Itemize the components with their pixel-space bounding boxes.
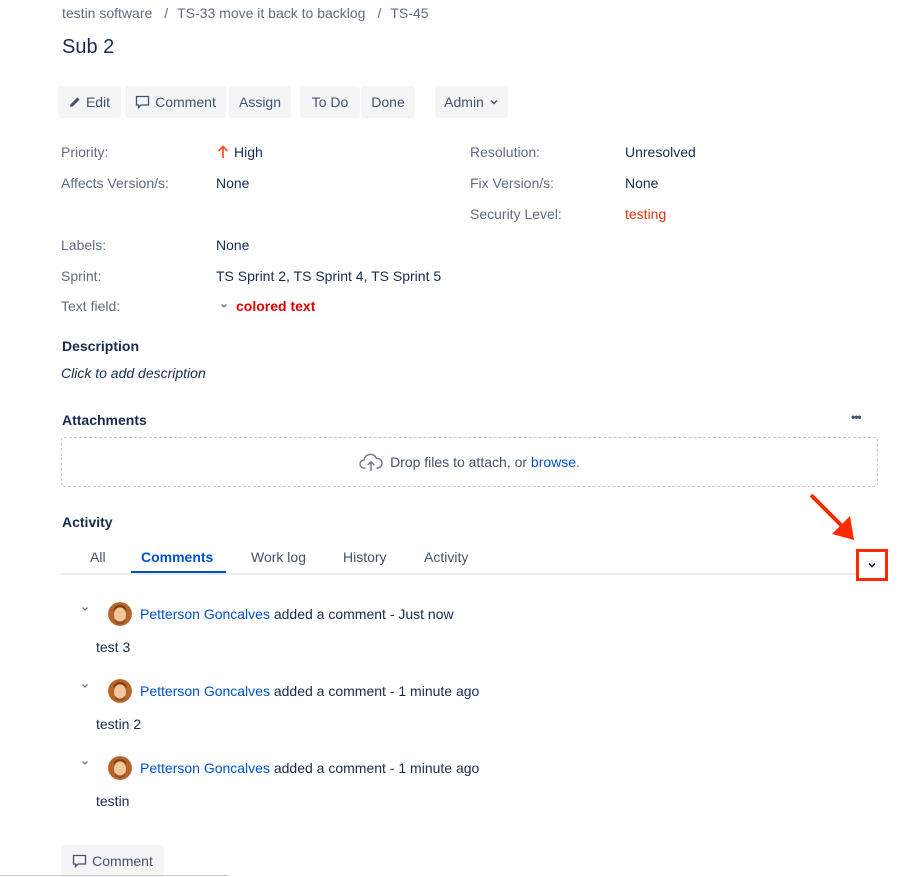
priority-label: Priority: [61,144,109,160]
labels-label: Labels: [61,237,107,253]
fix-version-value[interactable]: None [625,175,658,191]
breadcrumb-separator: / [377,5,382,21]
comment-body: testin 2 [96,716,142,732]
done-button-label: Done [371,94,405,110]
comment-button-label: Comment [155,94,216,110]
chevron-down-icon[interactable] [80,758,90,768]
avatar[interactable] [108,602,132,626]
comment-body: test 3 [96,639,131,655]
attachment-dropzone[interactable]: Drop files to attach, or browse. [61,437,878,487]
breadcrumb-separator: / [164,5,169,21]
pencil-icon [69,97,80,107]
resolution-label: Resolution: [470,144,541,160]
chevron-down-icon[interactable] [80,604,90,614]
comment-author[interactable]: Petterson Goncalves [140,683,270,699]
edit-button-label: Edit [85,94,111,110]
comment-button[interactable]: Comment [125,86,226,118]
speech-bubble-icon [136,95,150,109]
comment-header: Petterson Goncalves added a comment - 1 … [80,756,680,782]
tab-activity[interactable]: Activity [424,549,468,565]
page-title[interactable]: Sub 2 [62,36,114,59]
browse-link[interactable]: browse [531,454,576,470]
assign-button[interactable]: Assign [229,86,291,118]
comment-author[interactable]: Petterson Goncalves [140,760,270,776]
affects-version-value[interactable]: None [216,175,249,191]
add-comment-button[interactable]: Comment [61,845,164,877]
comment-meta: added a comment - 1 minute ago [269,683,480,699]
avatar[interactable] [108,756,132,780]
description-placeholder[interactable]: Click to add description [61,365,206,381]
arrow-up-icon [217,145,229,158]
speech-bubble-icon [73,854,87,868]
dropzone-text: Drop files to attach, or [390,454,528,470]
done-button[interactable]: Done [361,86,415,118]
priority-text: High [234,144,263,160]
breadcrumb-project[interactable]: testin software [62,5,152,21]
security-level-value[interactable]: testing [625,206,666,222]
comment-meta: added a comment - 1 minute ago [269,760,480,776]
admin-dropdown[interactable]: Admin [435,86,508,118]
divider [0,875,228,876]
assign-button-label: Assign [238,94,282,110]
todo-button[interactable]: To Do [300,86,360,118]
comment-meta: added a comment - Just now [269,606,454,622]
resolution-value: Unresolved [625,144,696,160]
chevron-down-icon [490,99,498,105]
annotation-arrow [809,493,854,540]
breadcrumb-parent-issue[interactable]: TS-33 move it back to backlog [177,5,365,21]
admin-dropdown-label: Admin [444,94,484,110]
tab-work-log[interactable]: Work log [251,549,306,565]
edit-button[interactable]: Edit [58,86,121,118]
colored-text: colored text [236,298,316,314]
more-dots-icon[interactable]: ••• [851,410,862,424]
tab-comments[interactable]: Comments [141,549,213,565]
text-field-value[interactable]: colored text [219,298,315,314]
comment-header: Petterson Goncalves added a comment - Ju… [80,602,680,628]
comment-body: testin [96,793,130,809]
attachments-heading: Attachments [62,412,147,428]
chevron-down-icon[interactable] [80,681,90,691]
priority-value[interactable]: High [216,144,263,160]
text-field-label: Text field: [61,298,121,314]
security-level-label: Security Level: [470,206,562,222]
breadcrumb-issue-key[interactable]: TS-45 [390,5,428,21]
dropzone-period: . [576,454,580,470]
activity-tabs: All Comments Work log History Activity [61,541,878,575]
tab-history[interactable]: History [343,549,387,565]
fix-version-label: Fix Version/s: [470,175,555,191]
affects-version-label: Affects Version/s: [61,175,169,191]
sort-order-toggle[interactable] [856,549,888,581]
labels-value[interactable]: None [216,237,249,253]
sprint-label: Sprint: [61,268,102,284]
activity-heading: Activity [62,514,113,530]
avatar[interactable] [108,679,132,703]
breadcrumb: testin software / TS-33 move it back to ba… [62,5,428,21]
todo-button-label: To Do [311,94,349,110]
chevron-down-icon[interactable] [219,301,229,311]
cloud-upload-icon [359,453,383,471]
comment-author[interactable]: Petterson Goncalves [140,606,270,622]
chevron-down-icon [868,562,876,568]
active-tab-indicator [131,571,226,573]
tab-all[interactable]: All [90,549,106,565]
comment-header: Petterson Goncalves added a comment - 1 … [80,679,680,705]
sprint-value[interactable]: TS Sprint 2, TS Sprint 4, TS Sprint 5 [216,268,441,284]
description-heading: Description [62,338,140,354]
add-comment-label: Comment [92,853,153,869]
